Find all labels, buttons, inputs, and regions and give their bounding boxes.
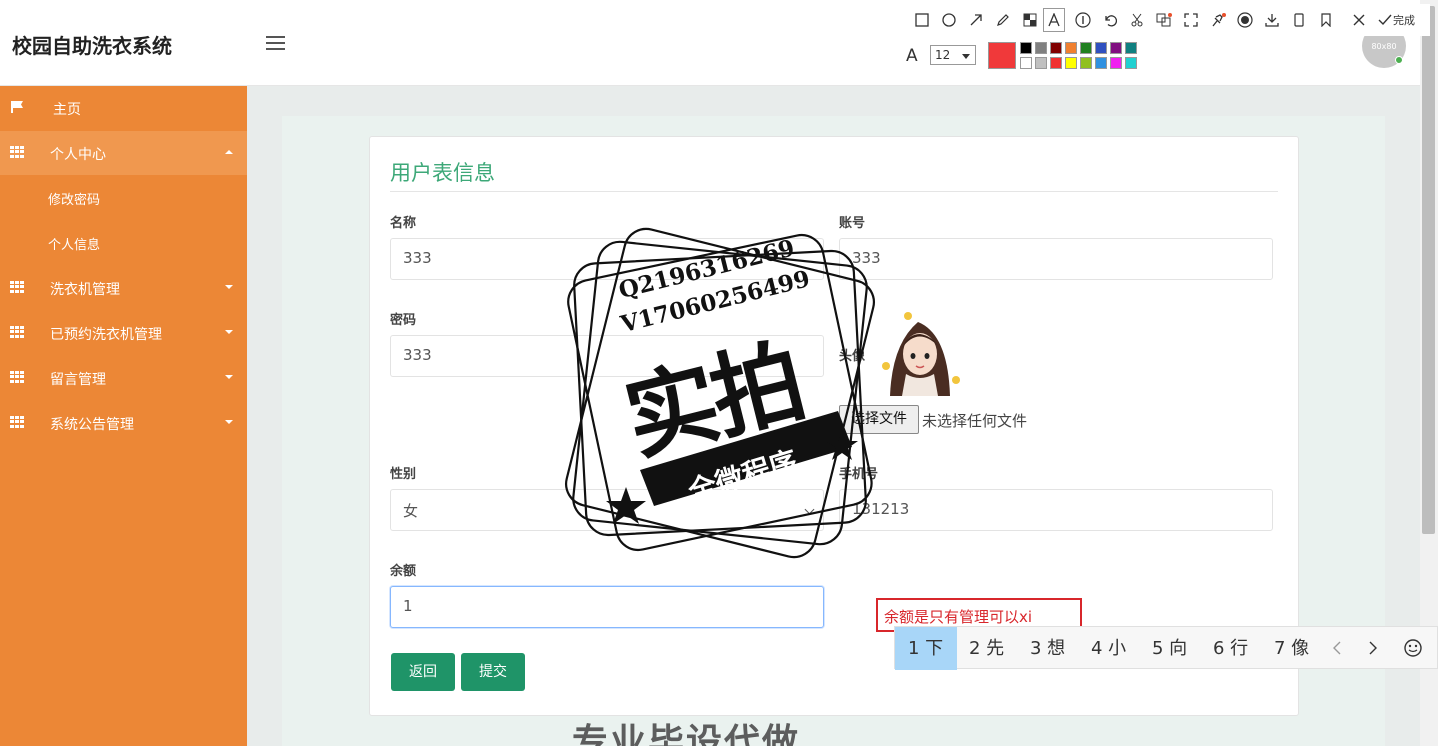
- form-title: 用户表信息: [390, 161, 495, 185]
- caret-down-icon: [962, 54, 970, 59]
- divider: [390, 191, 1278, 192]
- rectangle-tool-icon[interactable]: [908, 8, 935, 32]
- account-field[interactable]: 333: [839, 238, 1273, 280]
- color-swatch-lime[interactable]: [1080, 57, 1092, 69]
- color-swatch-sky[interactable]: [1095, 57, 1107, 69]
- finish-button[interactable]: 完成: [1372, 12, 1420, 28]
- grid-icon: [10, 281, 25, 293]
- file-status-text: 未选择任何文件: [922, 412, 1028, 430]
- color-swatch-black[interactable]: [1020, 42, 1032, 54]
- ime-candidate[interactable]: 6 行: [1213, 627, 1248, 670]
- ime-candidate[interactable]: 3 想: [1030, 627, 1065, 670]
- annotation-toolbar: 完成: [900, 4, 1430, 36]
- sidebar-subitem-change-password[interactable]: 修改密码: [48, 189, 100, 208]
- gender-label: 性别: [390, 467, 417, 482]
- translate-icon[interactable]: [1150, 8, 1177, 32]
- text-tool-icon[interactable]: [1043, 8, 1065, 32]
- color-swatch-maroon[interactable]: [1050, 42, 1062, 54]
- gender-select-value: 女: [403, 502, 419, 520]
- balance-label: 余额: [390, 564, 417, 579]
- watermark-bottom: 专业毕设代做: [572, 722, 801, 746]
- sidebar-item-announcements[interactable]: 系统公告管理: [0, 401, 247, 445]
- chevron-right-icon[interactable]: [1367, 641, 1379, 655]
- phone-field[interactable]: 131213: [839, 489, 1273, 531]
- name-label: 名称: [390, 216, 417, 231]
- color-swatch-teal[interactable]: [1125, 42, 1137, 54]
- ime-candidate[interactable]: 4 小: [1091, 627, 1126, 670]
- bookmark-icon[interactable]: [1312, 8, 1339, 32]
- color-swatch-blue[interactable]: [1095, 42, 1107, 54]
- record-icon[interactable]: [1231, 8, 1258, 32]
- caret-down-icon: [225, 330, 233, 334]
- color-swatch-orange[interactable]: [1065, 42, 1077, 54]
- ime-candidate[interactable]: 5 向: [1152, 627, 1187, 670]
- ime-candidate-bar: 1 下 2 先 3 想 4 小 5 向 6 行 7 像: [894, 626, 1438, 670]
- color-swatch-silver[interactable]: [1035, 57, 1047, 69]
- color-swatch-red[interactable]: [1050, 57, 1062, 69]
- current-color-swatch[interactable]: [988, 42, 1016, 69]
- sidebar-item-reserved-washers[interactable]: 已预约洗衣机管理: [0, 311, 247, 355]
- caret-down-icon: [225, 420, 233, 424]
- caret-down-icon: [225, 285, 233, 289]
- font-icon: A: [906, 46, 918, 66]
- sidebar-item-messages[interactable]: 留言管理: [0, 356, 247, 400]
- sidebar-item-label: 留言管理: [50, 372, 106, 388]
- password-label: 密码: [390, 313, 417, 328]
- ime-candidate[interactable]: 1 下: [895, 627, 957, 670]
- finish-label: 完成: [1393, 14, 1415, 27]
- color-swatch-green[interactable]: [1080, 42, 1092, 54]
- back-button[interactable]: 返回: [391, 653, 455, 691]
- flag-icon: [11, 101, 23, 113]
- emoji-icon[interactable]: [1403, 638, 1423, 658]
- chevron-left-icon[interactable]: [1331, 641, 1343, 655]
- pen-tool-icon[interactable]: [989, 8, 1016, 32]
- scrollbar-thumb[interactable]: [1422, 6, 1435, 534]
- download-icon[interactable]: [1258, 8, 1285, 32]
- color-swatch-white[interactable]: [1020, 57, 1032, 69]
- app-title: 校园自助洗衣系统: [12, 34, 172, 58]
- pin-icon[interactable]: [1204, 8, 1231, 32]
- balance-field[interactable]: 1: [390, 586, 824, 628]
- online-status-dot: [1395, 56, 1403, 64]
- sidebar-item-home[interactable]: 主页: [0, 86, 247, 130]
- color-swatch-magenta[interactable]: [1110, 57, 1122, 69]
- expand-icon[interactable]: [1177, 8, 1204, 32]
- sidebar-item-label: 个人中心: [50, 147, 106, 163]
- mosaic-tool-icon[interactable]: [1016, 8, 1043, 32]
- grid-icon: [10, 416, 25, 428]
- undo-icon[interactable]: [1096, 8, 1123, 32]
- color-swatch-yellow[interactable]: [1065, 57, 1077, 69]
- annotation-style-bar: A 12: [900, 38, 1146, 72]
- sidebar-item-label: 主页: [53, 102, 81, 118]
- caret-down-icon: [225, 375, 233, 379]
- sidebar-subitem-personal-info[interactable]: 个人信息: [48, 234, 100, 253]
- sidebar-item-label: 已预约洗衣机管理: [50, 327, 162, 343]
- sidebar-item-personal-center[interactable]: 个人中心: [0, 131, 247, 175]
- number-tool-icon[interactable]: [1069, 8, 1096, 32]
- caret-up-icon: [225, 150, 233, 154]
- scissors-icon[interactable]: [1123, 8, 1150, 32]
- color-swatch-cyan[interactable]: [1125, 57, 1137, 69]
- check-icon: [1378, 14, 1392, 26]
- ime-candidate[interactable]: 2 先: [969, 627, 1004, 670]
- color-swatch-gray[interactable]: [1035, 42, 1047, 54]
- menu-toggle-icon[interactable]: [266, 36, 286, 52]
- sidebar-item-label: 系统公告管理: [50, 417, 134, 433]
- grid-icon: [10, 146, 25, 158]
- grid-icon: [10, 326, 25, 338]
- grid-icon: [10, 371, 25, 383]
- arrow-tool-icon[interactable]: [962, 8, 989, 32]
- color-swatch-purple[interactable]: [1110, 42, 1122, 54]
- close-icon[interactable]: [1345, 8, 1372, 32]
- sidebar-item-label: 洗衣机管理: [50, 282, 120, 298]
- sidebar-item-washer-management[interactable]: 洗衣机管理: [0, 266, 247, 310]
- phone-icon[interactable]: [1285, 8, 1312, 32]
- ellipse-tool-icon[interactable]: [935, 8, 962, 32]
- ime-candidate[interactable]: 7 像: [1274, 627, 1309, 670]
- submit-button[interactable]: 提交: [461, 653, 525, 691]
- sidebar: 主页 个人中心 修改密码 个人信息 洗衣机管理 已预约洗衣机管理 留言管理 系统…: [0, 86, 247, 746]
